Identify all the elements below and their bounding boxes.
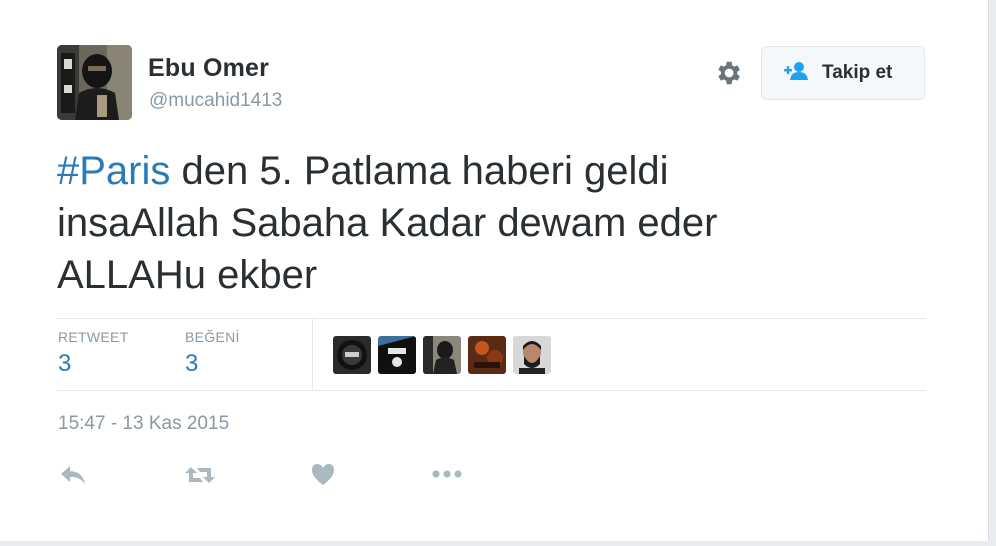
add-user-icon (782, 61, 810, 86)
like-label: BEĞENİ (185, 329, 240, 345)
stats-bottom-divider (57, 390, 926, 391)
tweet-line-2: insaAllah Sabaha Kadar dewam eder (57, 201, 718, 245)
author-handle[interactable]: @mucahid1413 (149, 90, 282, 112)
liker-avatar-3[interactable] (423, 336, 461, 374)
author-avatar[interactable] (57, 45, 132, 120)
stats-vertical-divider (312, 318, 313, 390)
tweet-line-3: ALLAHu ekber (57, 253, 318, 297)
retweet-count[interactable]: 3 (58, 350, 71, 378)
liker-avatar-1[interactable] (333, 336, 371, 374)
likers-list (333, 336, 551, 374)
hashtag-link[interactable]: #Paris (57, 149, 170, 193)
like-count[interactable]: 3 (185, 350, 198, 378)
tweet-text: #Paris den 5. Patlama haberi geldi insaA… (57, 145, 917, 301)
reply-icon[interactable] (58, 460, 92, 490)
retweet-label: RETWEET (58, 329, 129, 345)
like-icon[interactable] (309, 460, 343, 490)
author-name[interactable]: Ebu Omer (148, 54, 269, 83)
follow-button[interactable]: Takip et (761, 46, 925, 100)
tweet-timestamp[interactable]: 15:47 - 13 Kas 2015 (58, 413, 229, 435)
more-icon[interactable] (430, 460, 464, 490)
profile-avatar-icon (57, 45, 132, 120)
gear-icon[interactable] (713, 58, 743, 88)
page-right-border (988, 0, 996, 546)
liker-avatar-4[interactable] (468, 336, 506, 374)
retweet-icon[interactable] (183, 460, 217, 490)
follow-button-label: Takip et (822, 62, 893, 83)
liker-avatar-5[interactable] (513, 336, 551, 374)
stats-top-divider (57, 318, 926, 319)
tweet-line-1: den 5. Patlama haberi geldi (170, 149, 669, 193)
page-bottom-border (0, 541, 996, 546)
liker-avatar-2[interactable] (378, 336, 416, 374)
